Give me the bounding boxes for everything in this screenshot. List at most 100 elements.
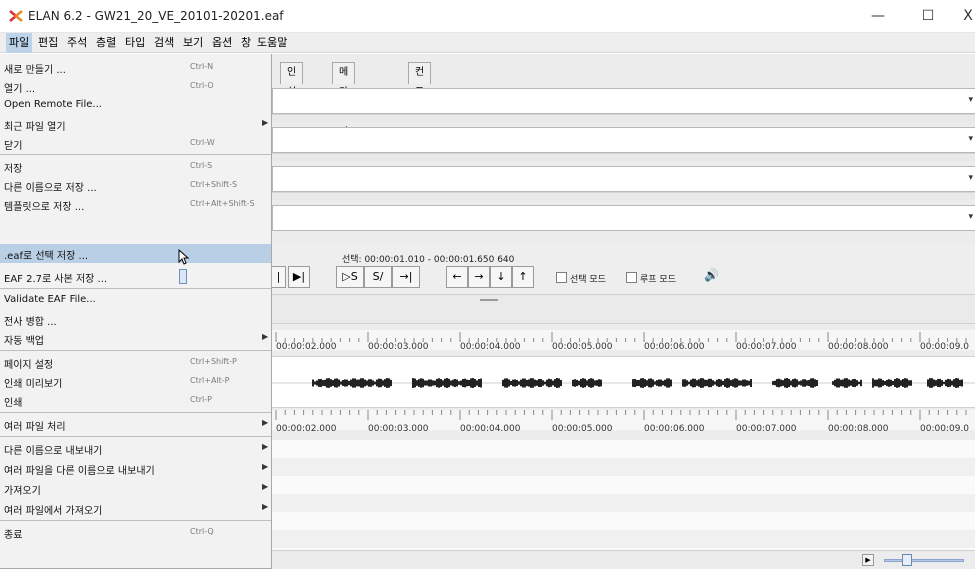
waveform-bar — [312, 379, 314, 387]
splitter[interactable] — [272, 294, 975, 324]
waveform-bar — [600, 379, 602, 387]
play-to-end-button[interactable]: ▶| — [288, 266, 310, 288]
waveform-bar — [336, 378, 338, 388]
chevron-down-icon[interactable]: ▾ — [968, 95, 973, 105]
tab-recognizer[interactable]: 인식기 — [280, 62, 304, 118]
waveform-bar — [943, 381, 945, 385]
to-selection-end-button[interactable]: →| — [392, 266, 420, 288]
menu-item-open[interactable]: 열기 ... Ctrl-O — [0, 77, 271, 96]
waveform-bar — [422, 378, 424, 388]
splitter-handle[interactable] — [480, 299, 498, 301]
menu-options[interactable]: 옵션 — [209, 33, 235, 53]
menu-item-recent-files[interactable]: 최근 파일 열기 ▶ — [0, 115, 271, 134]
chevron-down-icon[interactable]: ▾ — [968, 212, 973, 222]
menu-item-page-setup[interactable]: 페이지 설정 Ctrl+Shift-P — [0, 353, 271, 372]
play-selection-button[interactable]: ▷S — [336, 266, 364, 288]
waveform-bar — [472, 378, 474, 388]
down-arrow-button[interactable]: ↓ — [490, 266, 512, 288]
submenu-arrow-icon: ▶ — [262, 118, 269, 127]
tier-row[interactable] — [272, 494, 975, 512]
chevron-down-icon[interactable]: ▾ — [968, 134, 973, 144]
waveform-bar — [348, 380, 350, 386]
zoom-slider-track[interactable] — [884, 559, 964, 562]
waveform-bar — [386, 378, 388, 388]
menu-item-import-multiple[interactable]: 여러 파일에서 가져오기 ▶ — [0, 499, 271, 518]
close-button[interactable]: X — [948, 4, 975, 28]
menu-view[interactable]: 보기 — [180, 33, 206, 53]
waveform-bar — [961, 379, 963, 387]
waveform-bar — [526, 379, 528, 387]
viewer-panel-1[interactable]: ▾ — [272, 88, 975, 114]
menu-item-save-eaf27-copy[interactable]: EAF 2.7로 사본 저장 ... — [0, 267, 271, 286]
waveform-bar — [644, 379, 646, 387]
menu-item-close[interactable]: 닫기 Ctrl-W — [0, 134, 271, 153]
tab-controls[interactable]: 컨트롤 — [408, 62, 432, 118]
minimize-button[interactable]: — — [858, 4, 898, 28]
menu-item-print[interactable]: 인쇄 Ctrl-P — [0, 391, 271, 410]
menu-help[interactable]: 도움말 — [254, 33, 290, 53]
menu-type[interactable]: 타입 — [122, 33, 148, 53]
menu-item-open-remote[interactable]: Open Remote File... — [0, 96, 271, 115]
waveform-bar — [898, 378, 900, 388]
waveform-bar — [886, 379, 888, 387]
waveform-viewer[interactable] — [272, 356, 975, 408]
menu-window[interactable]: 창 — [238, 33, 254, 53]
play-arrow-icon[interactable]: ▶ — [862, 554, 874, 566]
tier-row[interactable] — [272, 530, 975, 548]
waveform-bar — [806, 380, 808, 386]
tick-label: 00:00:09.0 — [920, 424, 970, 434]
waveform-bar — [354, 378, 356, 388]
menu-tier[interactable]: 층렬 — [93, 33, 119, 53]
selection-mode-checkbox[interactable] — [556, 272, 567, 283]
prev-frame-button[interactable]: | — [272, 266, 286, 288]
waveform-bar — [710, 378, 712, 388]
right-arrow-button[interactable]: → — [468, 266, 490, 288]
waveform-bar — [536, 380, 538, 386]
volume-icon[interactable]: 🔊 — [704, 268, 719, 282]
waveform-bar — [724, 379, 726, 387]
left-arrow-button[interactable]: ← — [446, 266, 468, 288]
menu-item-validate-eaf[interactable]: Validate EAF File... — [0, 291, 271, 310]
waveform-bar — [424, 380, 426, 386]
waveform-bar — [949, 379, 951, 387]
menu-annotation[interactable]: 주석 — [64, 33, 90, 53]
menu-item-save[interactable]: 저장 Ctrl-S — [0, 157, 271, 176]
menu-edit[interactable]: 편집 — [35, 33, 61, 53]
loop-mode-checkbox[interactable] — [626, 272, 637, 283]
menu-item-merge-transcriptions[interactable]: 전사 병합 ... — [0, 310, 271, 329]
menu-item-export-as[interactable]: 다른 이름으로 내보내기 ▶ — [0, 439, 271, 458]
menu-item-multi-file-processing[interactable]: 여러 파일 처리 ▶ — [0, 415, 271, 434]
waveform-bar — [716, 379, 718, 387]
waveform-bar — [340, 381, 342, 385]
zoom-slider-thumb[interactable] — [902, 554, 912, 566]
waveform-bar — [330, 379, 332, 387]
waveform-bar — [540, 379, 542, 387]
up-arrow-button[interactable]: ↑ — [512, 266, 534, 288]
tab-metadata[interactable]: 메타 데이터 — [332, 62, 356, 158]
waveform-bar — [534, 379, 536, 387]
menu-item-new[interactable]: 새로 만들기 ... Ctrl-N — [0, 58, 271, 77]
tier-row[interactable] — [272, 458, 975, 476]
menu-file[interactable]: 파일 — [6, 33, 33, 53]
viewer-panel-2[interactable]: ▾ — [272, 127, 975, 153]
menu-item-save-selection-eaf[interactable]: .eaf로 선택 저장 ... — [0, 244, 271, 263]
menu-item-export-multiple-as[interactable]: 여러 파일을 다른 이름으로 내보내기 ▶ — [0, 459, 271, 478]
waveform-bar — [532, 378, 534, 388]
menu-item-import[interactable]: 가져오기 ▶ — [0, 479, 271, 498]
waveform-bar — [552, 380, 554, 386]
menu-search[interactable]: 검색 — [151, 33, 177, 53]
waveform-bar — [927, 379, 929, 387]
menu-item-save-as[interactable]: 다른 이름으로 저장 ... Ctrl+Shift-S — [0, 176, 271, 195]
viewer-panel-3[interactable]: ▾ — [272, 166, 975, 192]
menu-item-exit[interactable]: 종료 Ctrl-Q — [0, 523, 271, 542]
waveform-bar — [518, 381, 520, 385]
menu-item-auto-backup[interactable]: 자동 백업 ▶ — [0, 329, 271, 348]
clear-selection-button[interactable]: S/ — [364, 266, 392, 288]
waveform-bar — [580, 378, 582, 388]
chevron-down-icon[interactable]: ▾ — [968, 173, 973, 183]
menu-item-save-as-template[interactable]: 템플릿으로 저장 ... Ctrl+Alt+Shift-S — [0, 195, 271, 214]
maximize-button[interactable]: ☐ — [908, 4, 948, 28]
waveform-bar — [666, 378, 668, 388]
viewer-panel-4[interactable]: ▾ — [272, 205, 975, 231]
menu-item-print-preview[interactable]: 인쇄 미리보기 Ctrl+Alt-P — [0, 372, 271, 391]
